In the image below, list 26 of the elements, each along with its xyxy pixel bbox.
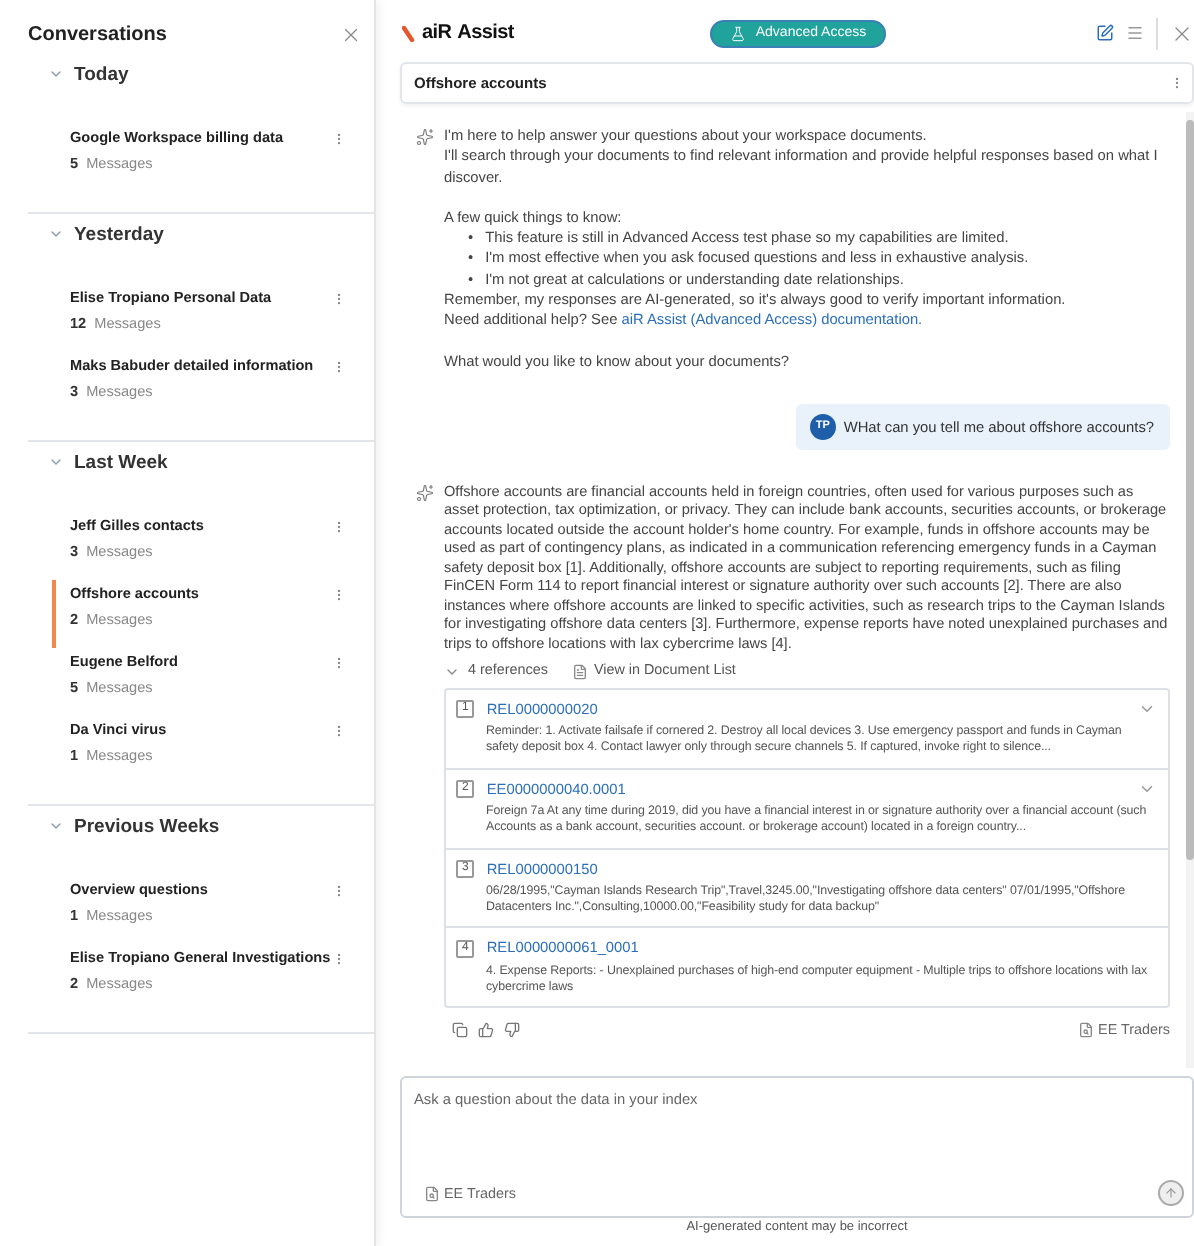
thumbs-up-icon[interactable] xyxy=(478,1022,494,1039)
chevron-icon xyxy=(48,226,64,242)
index-icon xyxy=(424,1185,440,1201)
group-header[interactable]: Today xyxy=(28,54,374,94)
group-header[interactable]: Last Week xyxy=(28,442,374,482)
group-header[interactable]: Yesterday xyxy=(28,214,374,254)
app-name: Assist xyxy=(457,22,514,44)
arrow-up-icon xyxy=(1164,1186,1178,1200)
copy-icon[interactable] xyxy=(452,1022,468,1039)
sidebar-title: Conversations xyxy=(28,24,167,46)
scrollbar[interactable] xyxy=(1186,112,1194,1068)
sparkle-icon xyxy=(416,483,434,502)
send-button[interactable] xyxy=(1158,1180,1184,1206)
chevron-icon xyxy=(48,454,64,470)
index-icon xyxy=(1078,1022,1095,1039)
close-icon[interactable] xyxy=(340,24,362,46)
sparkle-icon xyxy=(416,128,434,146)
chevron-icon xyxy=(48,66,64,82)
logo-mark-icon xyxy=(402,25,416,41)
chevron-icon xyxy=(48,818,64,834)
thumbs-down-icon[interactable] xyxy=(504,1022,520,1039)
group-header[interactable]: Previous Weeks xyxy=(28,806,374,846)
document-icon xyxy=(571,663,588,680)
edit-icon[interactable] xyxy=(1095,24,1114,42)
menu-icon[interactable] xyxy=(1125,24,1144,42)
logo-text: aiR xyxy=(422,22,452,44)
